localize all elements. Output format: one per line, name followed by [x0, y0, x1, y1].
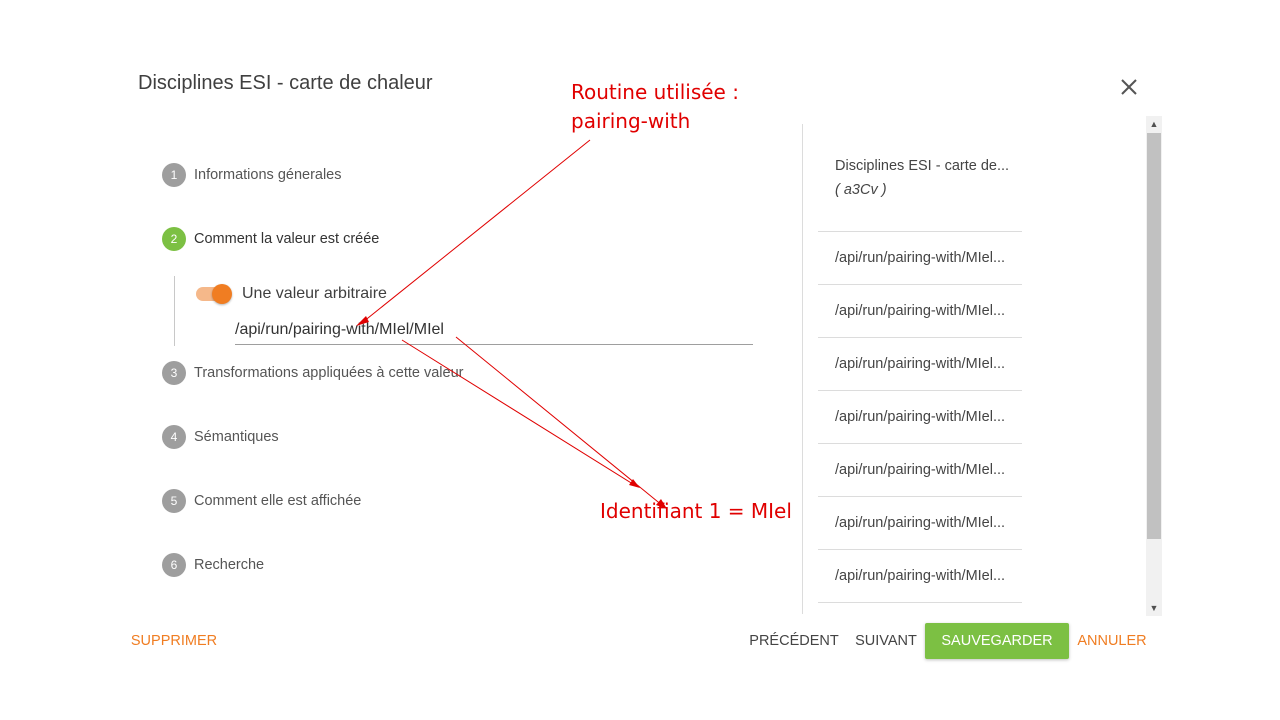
list-item[interactable]: /api/run/pairing-with/MIel...: [818, 497, 1022, 550]
annotation-routine-label: Routine utilisée :: [571, 80, 739, 104]
step-label: Informations génerales: [194, 167, 342, 183]
list-item[interactable]: /api/run/pairing-with/MIel...: [818, 338, 1022, 391]
sidebar-item-id: ( a3Cv ): [835, 182, 887, 198]
step-3[interactable]: 3 Transformations appliquées à cette val…: [162, 361, 463, 385]
step-label: Recherche: [194, 557, 265, 573]
history-sidebar: Disciplines ESI - carte de... ( a3Cv ) /…: [818, 124, 1022, 603]
list-item-label: /api/run/pairing-with/MIel...: [835, 515, 1006, 531]
sidebar-scrollbar[interactable]: ▲ ▼: [1146, 116, 1162, 616]
annotation-routine-name: pairing-with: [571, 109, 691, 133]
list-item[interactable]: /api/run/pairing-with/MIel...: [818, 550, 1022, 603]
step-label: Comment elle est affichée: [194, 493, 362, 509]
previous-button[interactable]: PRÉCÉDENT: [748, 623, 840, 659]
list-item-label: /api/run/pairing-with/MIel...: [835, 250, 1006, 266]
step-number: 5: [162, 489, 186, 513]
sidebar-item-title: Disciplines ESI - carte de...: [835, 158, 1010, 174]
close-button[interactable]: [1116, 74, 1142, 100]
sidebar-current-item[interactable]: Disciplines ESI - carte de... ( a3Cv ): [818, 124, 1022, 232]
toggle-label: Une valeur arbitraire: [242, 285, 387, 302]
list-item-label: /api/run/pairing-with/MIel...: [835, 568, 1006, 584]
sidebar-divider: [802, 124, 803, 614]
step-number: 1: [162, 163, 186, 187]
toggle-knob: [212, 284, 232, 304]
list-item-label: /api/run/pairing-with/MIel...: [835, 462, 1006, 478]
chevron-down-icon[interactable]: ▼: [1146, 600, 1162, 616]
step-6[interactable]: 6 Recherche: [162, 553, 264, 577]
step-label: Transformations appliquées à cette valeu…: [194, 365, 464, 381]
close-icon: [1121, 79, 1137, 95]
list-item[interactable]: /api/run/pairing-with/MIel...: [818, 285, 1022, 338]
list-item[interactable]: /api/run/pairing-with/MIel...: [818, 391, 1022, 444]
step-4[interactable]: 4 Sémantiques: [162, 425, 279, 449]
list-item[interactable]: /api/run/pairing-with/MIel...: [818, 232, 1022, 285]
arbitrary-value-toggle[interactable]: [196, 283, 234, 305]
step-1[interactable]: 1 Informations génerales: [162, 163, 342, 187]
step-number: 6: [162, 553, 186, 577]
list-item-label: /api/run/pairing-with/MIel...: [835, 409, 1006, 425]
step-label: Comment la valeur est créée: [194, 231, 380, 247]
annotation-identifier: Identifiant 1 = MIel: [600, 499, 792, 523]
step-number: 3: [162, 361, 186, 385]
next-button[interactable]: SUIVANT: [854, 623, 918, 659]
save-button[interactable]: SAUVEGARDER: [925, 623, 1069, 659]
step-connector: [174, 276, 175, 346]
chevron-up-icon[interactable]: ▲: [1146, 116, 1162, 132]
scrollbar-thumb[interactable]: [1147, 133, 1161, 539]
list-item-label: /api/run/pairing-with/MIel...: [835, 303, 1006, 319]
cancel-button[interactable]: ANNULER: [1076, 623, 1148, 659]
step-2[interactable]: 2 Comment la valeur est créée: [162, 227, 379, 251]
delete-button[interactable]: SUPPRIMER: [130, 623, 218, 659]
step-number: 4: [162, 425, 186, 449]
step-label: Sémantiques: [194, 429, 279, 445]
value-input[interactable]: [235, 316, 753, 345]
dialog-title: Disciplines ESI - carte de chaleur: [138, 72, 433, 94]
list-item[interactable]: /api/run/pairing-with/MIel...: [818, 444, 1022, 497]
step-5[interactable]: 5 Comment elle est affichée: [162, 489, 361, 513]
list-item-label: /api/run/pairing-with/MIel...: [835, 356, 1006, 372]
step-number: 2: [162, 227, 186, 251]
